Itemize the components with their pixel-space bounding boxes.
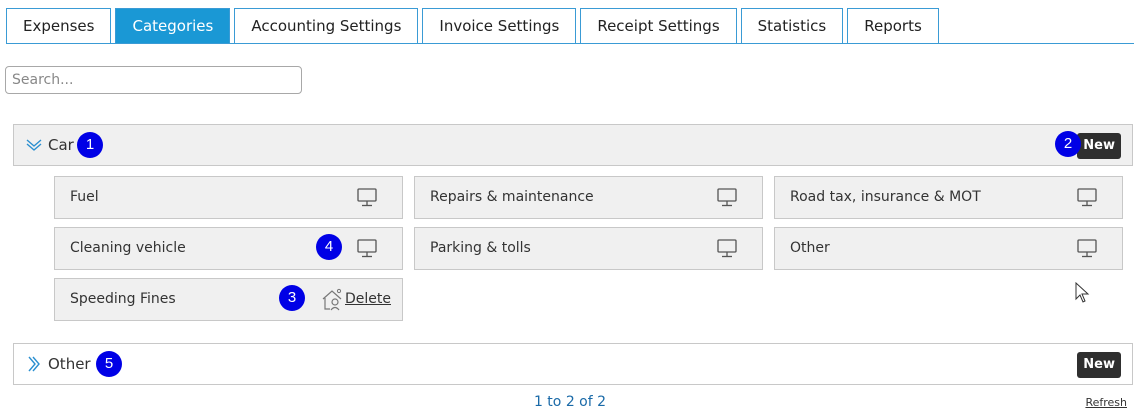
category-item-repairs[interactable]: Repairs & maintenance: [414, 176, 763, 219]
category-group-car[interactable]: Car New: [13, 124, 1133, 166]
monitor-icon[interactable]: [716, 237, 738, 259]
tab-bar: Expenses Categories Accounting Settings …: [6, 8, 943, 44]
tab-accounting-settings[interactable]: Accounting Settings: [234, 8, 419, 43]
category-item-name: Fuel: [70, 189, 99, 205]
tab-invoice-settings[interactable]: Invoice Settings: [422, 8, 577, 43]
monitor-icon[interactable]: [1076, 186, 1098, 208]
category-item-name: Cleaning vehicle: [70, 240, 186, 256]
category-group-other[interactable]: Other New: [13, 343, 1133, 385]
new-item-button[interactable]: New: [1077, 352, 1121, 378]
category-item-name: Speeding Fines: [70, 291, 176, 307]
category-item-name: Road tax, insurance & MOT: [790, 189, 981, 205]
non-deductible-icon[interactable]: [320, 287, 344, 313]
category-item-name: Repairs & maintenance: [430, 189, 594, 205]
category-group-name[interactable]: Car: [48, 136, 74, 154]
new-item-button[interactable]: New: [1077, 133, 1121, 159]
category-item-speeding-fines[interactable]: Speeding Fines Delete: [54, 278, 403, 321]
annotation-badge: 4: [316, 234, 342, 260]
category-item-road-tax[interactable]: Road tax, insurance & MOT: [774, 176, 1123, 219]
category-item-name: Parking & tolls: [430, 240, 531, 256]
tab-reports[interactable]: Reports: [847, 8, 939, 43]
category-item-other[interactable]: Other: [774, 227, 1123, 270]
category-item-name: Other: [790, 240, 830, 256]
annotation-badge: 3: [279, 285, 305, 311]
monitor-icon[interactable]: [356, 237, 378, 259]
category-item-parking[interactable]: Parking & tolls: [414, 227, 763, 270]
annotation-badge: 1: [77, 132, 103, 158]
refresh-link[interactable]: Refresh: [1085, 396, 1127, 409]
search-input[interactable]: [5, 66, 302, 94]
annotation-badge: 2: [1055, 131, 1081, 157]
mouse-cursor-icon: [1075, 282, 1090, 303]
tab-expenses[interactable]: Expenses: [6, 8, 112, 43]
tab-statistics[interactable]: Statistics: [740, 8, 844, 43]
tab-receipt-settings[interactable]: Receipt Settings: [580, 8, 737, 43]
pagination-status: 1 to 2 of 2: [533, 394, 607, 410]
chevron-right-icon[interactable]: [25, 356, 43, 372]
category-item-cleaning[interactable]: Cleaning vehicle: [54, 227, 403, 270]
monitor-icon[interactable]: [356, 186, 378, 208]
category-item-fuel[interactable]: Fuel: [54, 176, 403, 219]
tab-categories[interactable]: Categories: [115, 8, 231, 43]
monitor-icon[interactable]: [1076, 237, 1098, 259]
annotation-badge: 5: [96, 351, 122, 377]
delete-link[interactable]: Delete: [345, 291, 391, 307]
category-group-name[interactable]: Other: [48, 355, 91, 373]
monitor-icon[interactable]: [716, 186, 738, 208]
chevron-down-icon[interactable]: [25, 137, 43, 153]
